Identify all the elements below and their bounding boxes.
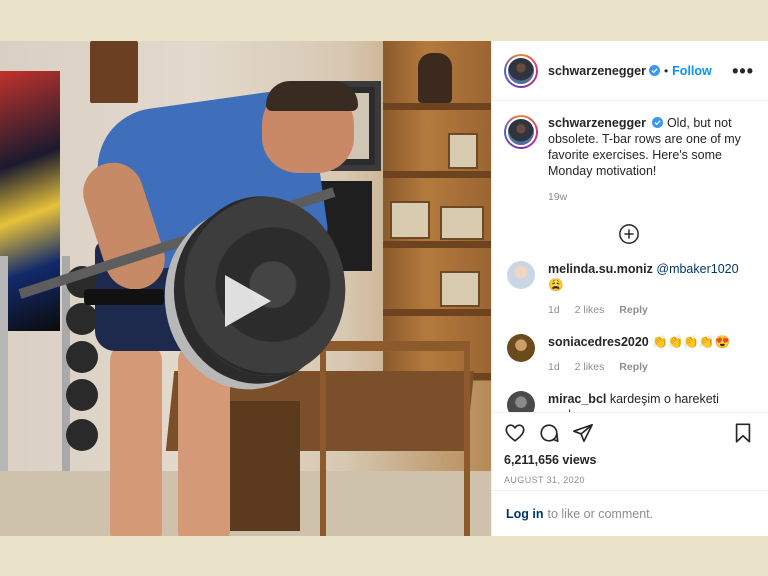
login-link[interactable]: Log in [506, 507, 544, 521]
author-username[interactable]: schwarzenegger [548, 64, 646, 78]
comment-username[interactable]: soniacedres2020 [548, 335, 649, 349]
load-more-comments-button[interactable] [504, 223, 754, 245]
view-count[interactable]: 6,211,656 views [504, 453, 754, 467]
save-icon[interactable] [732, 422, 754, 444]
share-icon[interactable] [572, 422, 594, 444]
verified-badge-icon [648, 65, 660, 76]
caption-time: 19w [548, 191, 568, 203]
comment-item: soniacedres2020 👏👏👏👏😍 1d 2 likes Reply [504, 334, 754, 375]
more-options-icon[interactable]: ••• [732, 62, 754, 80]
login-prompt: Log in to like or comment. [492, 490, 768, 536]
add-circle-icon [619, 224, 639, 244]
caption-username[interactable]: schwarzenegger [548, 116, 646, 130]
separator-dot: • [663, 63, 669, 78]
post-header: schwarzenegger • Follow ••• [492, 41, 768, 101]
author-avatar[interactable] [504, 53, 538, 88]
comment-mention[interactable]: @mbaker1020 [656, 262, 738, 276]
post-video[interactable] [0, 41, 491, 536]
caption-avatar[interactable] [504, 115, 538, 149]
post-date: August 31, 2020 [504, 475, 585, 485]
post-sidebar: schwarzenegger • Follow ••• schwarzenegg… [491, 41, 768, 536]
comment-time: 1d [548, 304, 560, 316]
comment-time: 1d [548, 361, 560, 373]
comments-section: schwarzenegger Old, but not obsolete. T-… [492, 101, 768, 412]
reply-button[interactable]: Reply [619, 361, 648, 373]
comment-avatar[interactable] [507, 391, 535, 412]
action-bar: 6,211,656 views August 31, 2020 [492, 412, 768, 490]
heart-icon[interactable] [504, 422, 526, 444]
comment-username[interactable]: melinda.su.moniz [548, 262, 653, 276]
comment-item: mirac_bcl kardeşim o hareketi yanlış yap… [504, 391, 754, 412]
post-caption: schwarzenegger Old, but not obsolete. T-… [504, 115, 754, 205]
comment-avatar[interactable] [507, 261, 535, 289]
verified-badge-icon [652, 117, 664, 128]
play-icon[interactable] [207, 261, 287, 341]
comment-avatar[interactable] [507, 334, 535, 362]
reply-button[interactable]: Reply [619, 304, 648, 316]
follow-button[interactable]: Follow [672, 64, 712, 78]
login-text: to like or comment. [547, 506, 654, 521]
comment-username[interactable]: mirac_bcl [548, 392, 606, 406]
comment-item: melinda.su.moniz @mbaker1020 😩 1d 2 like… [504, 261, 754, 318]
comment-text: 😩 [548, 278, 564, 292]
comment-icon[interactable] [538, 422, 560, 444]
comment-likes[interactable]: 2 likes [575, 361, 605, 373]
comment-text: 👏👏👏👏😍 [648, 335, 731, 349]
comment-likes[interactable]: 2 likes [575, 304, 605, 316]
instagram-post: schwarzenegger • Follow ••• schwarzenegg… [0, 41, 768, 536]
